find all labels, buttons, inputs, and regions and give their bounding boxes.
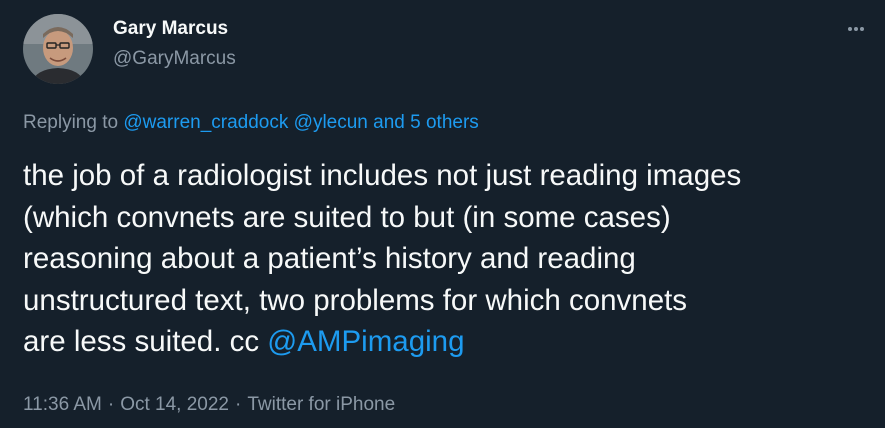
tweet: Gary Marcus @GaryMarcus Replying to @war… [0, 0, 885, 428]
author-avatar[interactable] [23, 14, 93, 84]
mention-warren-craddock[interactable]: @warren_craddock [123, 112, 288, 133]
tweet-text-line: the job of a radiologist includes not ju… [23, 159, 742, 192]
reply-others-link[interactable]: and 5 others [373, 112, 479, 133]
tweet-text: the job of a radiologist includes not ju… [23, 155, 873, 363]
tweet-text-line: unstructured text, two problems for whic… [23, 283, 688, 317]
replying-to-label: Replying to [23, 112, 119, 133]
replying-to: Replying to @warren_craddock @ylecun and… [23, 112, 479, 134]
avatar-photo [23, 14, 93, 84]
more-options-button[interactable] [842, 16, 870, 42]
mention-ylecun[interactable]: @ylecun [294, 112, 368, 133]
tweet-source[interactable]: Twitter for iPhone [247, 394, 395, 415]
author-name[interactable]: Gary Marcus [113, 18, 228, 40]
author-handle[interactable]: @GaryMarcus [113, 48, 236, 70]
mention-ampimaging[interactable]: @AMPimaging [267, 325, 464, 358]
tweet-metadata: 11:36 AM · Oct 14, 2022 · Twitter for iPhone [23, 394, 395, 416]
tweet-text-line: reasoning about a patient’s history and … [23, 242, 636, 275]
tweet-time[interactable]: 11:36 AM [23, 394, 102, 415]
tweet-text-fragment: are less suited. cc [23, 325, 268, 358]
more-horizontal-icon [848, 27, 864, 31]
tweet-text-line: (which convnets are suited to but (in so… [23, 200, 671, 234]
separator-dot: · [107, 394, 115, 415]
tweet-date[interactable]: Oct 14, 2022 [120, 394, 229, 415]
tweet-text-line: are less suited. cc @AMPimaging [23, 321, 873, 363]
separator-dot: · [235, 394, 242, 415]
